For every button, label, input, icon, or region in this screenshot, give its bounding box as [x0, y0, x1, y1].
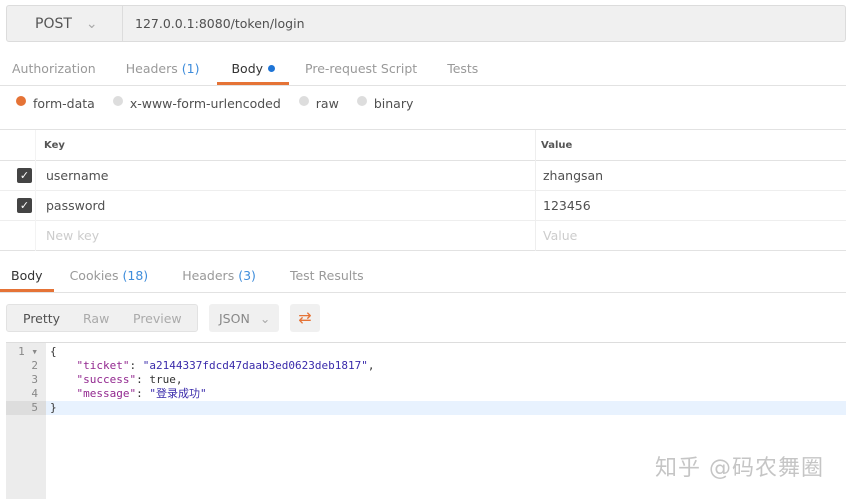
radio-icon — [356, 95, 367, 106]
tab-label: Headers — [182, 267, 235, 283]
radio-label: x-www-form-urlencoded — [129, 96, 281, 111]
tab-label: Headers — [125, 60, 178, 76]
radio-urlencoded[interactable]: x-www-form-urlencoded — [112, 95, 281, 111]
code-line-active: 5} — [6, 401, 846, 415]
tab-label: Body — [231, 60, 264, 76]
format-select[interactable]: JSON ⌄ — [209, 304, 279, 332]
wrap-lines-icon[interactable]: ⇄ — [290, 304, 320, 332]
preview-button[interactable]: Preview — [117, 311, 182, 326]
radio-label: raw — [315, 96, 339, 111]
key-header: Key — [44, 139, 65, 151]
chevron-down-icon: ⌄ — [259, 310, 271, 326]
new-key-input[interactable]: New key — [46, 228, 99, 243]
code-text: "message": "登录成功" — [76, 387, 207, 400]
code-text: } — [50, 401, 57, 414]
radio-icon — [298, 95, 309, 106]
column-divider — [535, 130, 536, 251]
url-input[interactable]: 127.0.0.1:8080/token/login — [123, 16, 305, 31]
tab-label: Tests — [447, 60, 479, 76]
table-header: Key Value — [0, 130, 846, 161]
tab-test-results[interactable]: Test Results — [278, 258, 376, 292]
tab-label: Test Results — [289, 267, 364, 283]
count-badge: (3) — [238, 267, 256, 283]
url-bar: POST ⌄ 127.0.0.1:8080/token/login — [6, 5, 846, 42]
radio-raw[interactable]: raw — [298, 95, 339, 111]
modified-dot-icon — [268, 64, 276, 72]
tab-label: Authorization — [12, 60, 96, 76]
line-number: 3 — [31, 373, 38, 386]
code-text: "ticket": "a2144337fdcd47daab3ed0623deb1… — [76, 359, 375, 372]
tab-label: Pre-request Script — [305, 60, 418, 76]
code-text: { — [50, 345, 57, 358]
tab-tests[interactable]: Tests — [435, 51, 490, 85]
tab-response-headers[interactable]: Headers (3) — [170, 258, 268, 292]
line-number: 1 ▾ — [18, 345, 38, 358]
line-number: 5 — [6, 401, 46, 415]
code-line: 3 "success": true, — [6, 373, 846, 387]
checkbox-checked-icon[interactable]: ✓ — [17, 198, 32, 213]
pretty-button[interactable]: Pretty — [7, 311, 67, 326]
tab-label: Cookies — [69, 267, 119, 283]
tab-label: Body — [11, 267, 43, 283]
table-row: ✓ username zhangsan — [0, 161, 846, 191]
tab-cookies[interactable]: Cookies (18) — [58, 258, 161, 292]
chevron-down-icon: ⌄ — [85, 15, 98, 32]
method-label: POST — [35, 15, 72, 32]
table-row: ✓ password 123456 — [0, 191, 846, 221]
code-line: 4 "message": "登录成功" — [6, 387, 846, 401]
checkbox-checked-icon[interactable]: ✓ — [17, 168, 32, 183]
raw-button[interactable]: Raw — [67, 311, 117, 326]
key-cell[interactable]: username — [46, 168, 109, 183]
tab-body[interactable]: Body — [217, 51, 289, 85]
column-divider — [35, 130, 36, 251]
radio-form-data[interactable]: form-data — [16, 95, 95, 111]
value-header: Value — [541, 139, 573, 151]
divider — [0, 85, 846, 86]
body-mode-radios: form-data x-www-form-urlencoded raw bina… — [16, 95, 414, 111]
tab-response-body[interactable]: Body — [0, 258, 54, 292]
watermark: 知乎 @码农舞圈 — [655, 456, 824, 481]
tab-headers[interactable]: Headers (1) — [114, 51, 212, 85]
radio-binary[interactable]: binary — [356, 95, 414, 111]
tab-authorization[interactable]: Authorization — [0, 51, 108, 85]
radio-selected-icon — [16, 95, 26, 106]
new-value-input[interactable]: Value — [543, 228, 577, 243]
count-badge: (18) — [122, 267, 149, 283]
format-label: JSON — [219, 310, 250, 326]
radio-label: binary — [373, 96, 414, 111]
request-tabs: Authorization Headers (1) Body Pre-reques… — [0, 51, 490, 85]
code-line: 1 ▾ { — [6, 345, 846, 359]
key-cell[interactable]: password — [46, 198, 105, 213]
table-row-new: New key Value — [0, 221, 846, 251]
line-number: 4 — [31, 387, 38, 400]
value-cell[interactable]: zhangsan — [543, 168, 603, 183]
view-mode-group: Pretty Raw Preview — [6, 304, 198, 332]
divider — [0, 292, 846, 293]
code-line: 2 "ticket": "a2144337fdcd47daab3ed0623de… — [6, 359, 846, 373]
tab-pre-request-script[interactable]: Pre-request Script — [293, 51, 429, 85]
method-select[interactable]: POST ⌄ — [7, 6, 123, 41]
code-text: "success": true, — [76, 373, 183, 386]
count-badge: (1) — [181, 60, 200, 76]
line-number: 2 — [31, 359, 38, 372]
response-tabs: Body Cookies (18) Headers (3) Test Results — [0, 258, 376, 292]
radio-icon — [112, 95, 123, 106]
value-cell[interactable]: 123456 — [543, 198, 591, 213]
radio-label: form-data — [33, 96, 95, 111]
